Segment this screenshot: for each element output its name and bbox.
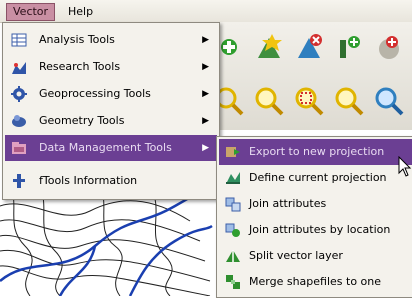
submenu-arrow-icon: ▶ <box>202 89 209 99</box>
submenu-arrow-icon: ▶ <box>202 116 209 126</box>
submenu-arrow-icon: ▶ <box>202 62 209 72</box>
menu-item-data-management-tools[interactable]: Data Management Tools ▶ <box>5 135 217 161</box>
join-location-icon <box>225 223 240 237</box>
toolbar-row-edit <box>212 24 412 70</box>
export-projection-icon <box>226 147 240 157</box>
research-tools-icon <box>12 62 26 74</box>
zoom-out-icon[interactable] <box>252 84 286 118</box>
menu-item-label: fTools Information <box>39 174 138 187</box>
geometry-tools-icon <box>12 115 26 127</box>
split-layer-icon <box>226 250 240 262</box>
menu-item-label: Research Tools <box>39 60 121 73</box>
submenu-item-join-attributes[interactable]: Join attributes <box>219 191 412 217</box>
menu-item-label: Analysis Tools <box>39 33 115 46</box>
join-attributes-icon <box>225 197 241 212</box>
add-raster-layer-icon[interactable] <box>372 30 406 64</box>
submenu-item-define-projection[interactable]: Define current projection <box>219 165 412 191</box>
menu-item-ftools-information[interactable]: fTools Information <box>5 168 217 194</box>
menu-item-label: Data Management Tools <box>39 141 172 154</box>
submenu-item-label: Export to new projection <box>249 145 385 158</box>
menubar: Vector Help <box>0 0 412 23</box>
map-toolbar <box>212 22 412 130</box>
data-management-submenu: Export to new projection Define current … <box>216 136 412 298</box>
zoom-layer-icon[interactable] <box>372 84 406 118</box>
zoom-full-icon[interactable] <box>292 84 326 118</box>
data-management-tools-icon <box>12 142 26 154</box>
menu-item-label: Geometry Tools <box>39 114 125 127</box>
define-projection-icon <box>226 172 240 184</box>
submenu-arrow-icon: ▶ <box>202 35 209 45</box>
menu-help[interactable]: Help <box>62 4 99 20</box>
submenu-arrow-icon: ▶ <box>202 143 209 153</box>
analysis-tools-icon <box>11 33 27 47</box>
zoom-selection-icon[interactable] <box>332 84 366 118</box>
add-vector-layer-icon[interactable] <box>252 30 286 64</box>
mouse-cursor-icon <box>398 156 412 177</box>
menu-vector[interactable]: Vector <box>6 3 56 21</box>
remove-layer-icon[interactable] <box>292 30 326 64</box>
submenu-item-merge-shapefiles[interactable]: Merge shapefiles to one <box>219 269 412 295</box>
submenu-item-label: Define current projection <box>249 171 387 184</box>
geoprocessing-tools-icon <box>11 86 27 102</box>
submenu-item-label: Join attributes by location <box>249 223 391 236</box>
submenu-item-export-projection[interactable]: Export to new projection <box>219 139 412 165</box>
submenu-item-split-layer[interactable]: Split vector layer <box>219 243 412 269</box>
vector-menu: Analysis Tools ▶ Research Tools ▶ Geopro… <box>2 22 220 200</box>
submenu-item-label: Split vector layer <box>249 249 343 262</box>
toolbar-row-zoom <box>212 78 412 124</box>
menu-item-geometry-tools[interactable]: Geometry Tools ▶ <box>5 108 217 134</box>
menu-item-research-tools[interactable]: Research Tools ▶ <box>5 54 217 80</box>
ftools-information-icon <box>13 174 25 188</box>
menu-item-label: Geoprocessing Tools <box>39 87 151 100</box>
submenu-item-label: Merge shapefiles to one <box>249 275 382 288</box>
submenu-item-join-location[interactable]: Join attributes by location <box>219 217 412 243</box>
submenu-item-label: Join attributes <box>249 197 327 210</box>
menu-item-analysis-tools[interactable]: Analysis Tools ▶ <box>5 27 217 53</box>
merge-shapefiles-icon <box>226 275 240 289</box>
add-point-layer-icon[interactable] <box>332 30 366 64</box>
menu-item-geoprocessing-tools[interactable]: Geoprocessing Tools ▶ <box>5 81 217 107</box>
